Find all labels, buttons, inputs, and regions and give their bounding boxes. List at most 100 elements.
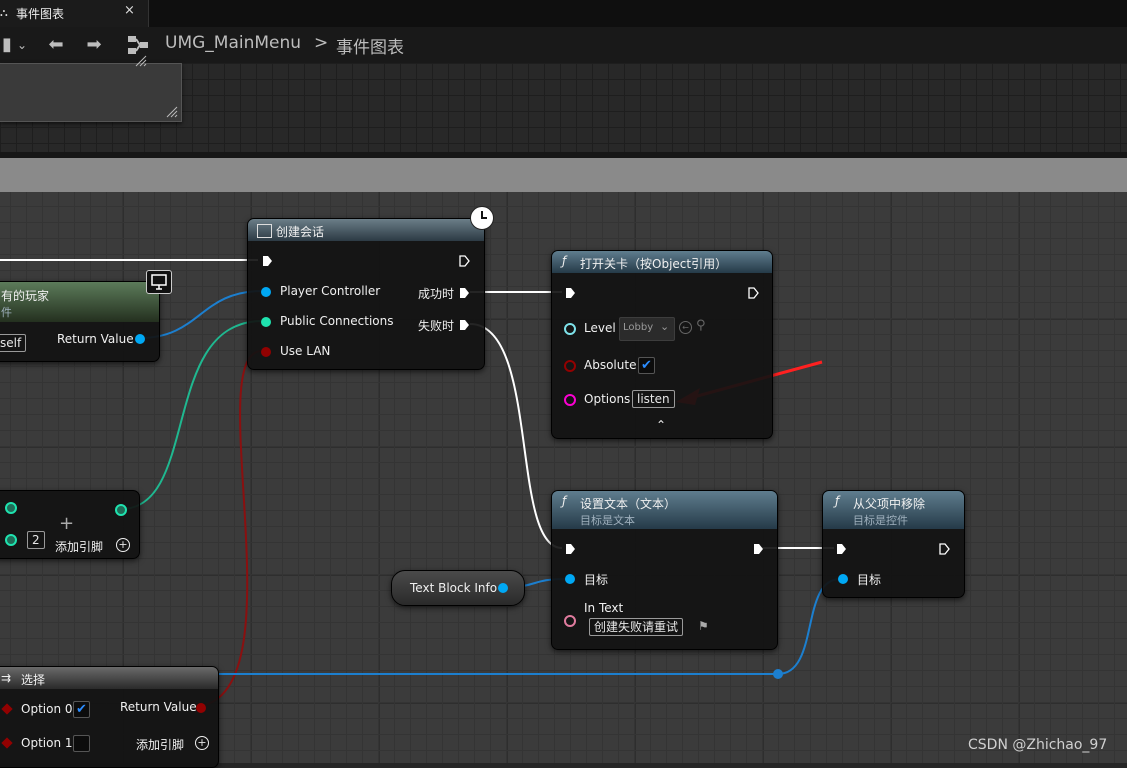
plus-icon[interactable]: + (59, 513, 74, 534)
exec-out-pin[interactable] (939, 543, 950, 555)
option0-checkbox[interactable]: ✔ (73, 701, 90, 718)
return-value-pin[interactable] (196, 703, 206, 713)
level-pin[interactable] (564, 323, 576, 335)
function-icon: ƒ (562, 254, 567, 268)
node-text-block-info[interactable]: Text Block Info (391, 570, 525, 606)
self-input[interactable]: self (0, 334, 27, 352)
watermark: CSDN @Zhichao_97 (968, 737, 1108, 753)
add-pin-label: 添加引脚 (55, 540, 104, 554)
target-pin[interactable] (838, 574, 848, 584)
add-pin-label: 添加引脚 (136, 738, 185, 752)
exec-in-pin[interactable] (565, 543, 576, 555)
tab-event-graph[interactable]: ⛬ 事件图表 × (0, 0, 149, 27)
node-make-array[interactable]: 2 + 添加引脚 + (0, 490, 140, 559)
graph-icon: ⛬ (0, 6, 8, 19)
node-select[interactable]: ⇉ 选择 Option 0 ✔ Option 1 Return Value 添加… (0, 666, 219, 768)
collapse-chevron-icon[interactable]: ⌃ (656, 418, 666, 432)
node-open-level[interactable]: ƒ 打开关卡（按Object引用） Level Lobby ⌄ ← ⚲ Abso… (551, 250, 773, 439)
function-icon: ƒ (562, 494, 567, 508)
add-pin-icon[interactable]: + (195, 736, 209, 750)
tab-title: 事件图表 (16, 7, 65, 21)
return-value-label: Return Value (57, 332, 134, 346)
exec-out-pin[interactable] (753, 543, 764, 555)
bookmark-icon[interactable]: ▮ (0, 31, 14, 59)
level-dropdown[interactable]: Lobby ⌄ (619, 317, 675, 341)
use-lan-pin[interactable] (261, 347, 271, 357)
resize-handle-icon[interactable] (134, 54, 148, 68)
target-pin[interactable] (565, 574, 575, 584)
public-connections-pin[interactable] (261, 317, 271, 327)
minimap-panel[interactable] (0, 63, 182, 122)
target-label: 目标 (857, 573, 882, 587)
browse-search-icon[interactable]: ⚲ (696, 318, 706, 333)
close-icon[interactable]: × (124, 3, 135, 18)
resize-handle-icon[interactable] (165, 105, 179, 119)
level-value: Lobby (623, 322, 654, 333)
node-title: 设置文本（文本） (580, 497, 677, 511)
on-success-label: 成功时 (418, 287, 455, 301)
node-get-players[interactable]: 有的玩家 件 self Return Value (0, 281, 160, 362)
node-set-text[interactable]: ƒ 设置文本（文本） 目标是文本 目标 In Text 创建失败请重试 ⚑ (551, 490, 778, 650)
option1-pin[interactable] (1, 737, 13, 749)
exec-in-pin[interactable] (836, 543, 847, 555)
add-pin-icon[interactable]: + (116, 538, 130, 552)
exec-in-pin[interactable] (262, 255, 273, 267)
exec-in-pin[interactable] (565, 287, 576, 299)
node-title: 打开关卡（按Object引用） (580, 257, 728, 271)
absolute-checkbox[interactable]: ✔ (638, 357, 655, 374)
forward-arrow-icon[interactable]: ➡ (82, 31, 106, 59)
chevron-down-icon: ⌄ (660, 320, 670, 333)
in-text-input[interactable]: 创建失败请重试 (589, 618, 684, 636)
node-title: 从父项中移除 (853, 497, 926, 511)
on-success-pin[interactable] (459, 287, 470, 299)
node-title: 创建会话 (276, 225, 325, 239)
breadcrumb-separator: > (314, 33, 329, 53)
chevron-down-icon[interactable]: ⌄ (14, 31, 30, 59)
in-text-pin[interactable] (564, 615, 576, 627)
node-title: 选择 (21, 673, 46, 687)
monitor-icon (146, 270, 172, 294)
clock-icon (470, 206, 494, 230)
variable-out-pin[interactable] (498, 583, 508, 593)
breadcrumb-current: 事件图表 (336, 38, 404, 58)
exec-out-pin[interactable] (459, 255, 470, 267)
on-failure-pin[interactable] (459, 319, 470, 331)
use-lan-label: Use LAN (280, 344, 331, 358)
option1-checkbox[interactable] (73, 735, 90, 752)
tab-strip: ⛬ 事件图表 × (0, 0, 1127, 27)
node-create-session[interactable]: 创建会话 Player Controller Public Connection… (247, 218, 485, 370)
array-index-input[interactable]: 2 (27, 531, 45, 549)
back-arrow-icon[interactable]: ⬅ (44, 31, 68, 59)
in-text-label: In Text (584, 601, 624, 615)
return-value-pin[interactable] (135, 334, 145, 344)
return-value-label: Return Value (120, 700, 197, 714)
localization-flag-icon[interactable]: ⚑ (698, 619, 709, 633)
option0-label: Option 0 (21, 702, 73, 716)
variable-label: Text Block Info (410, 581, 498, 595)
latent-node-icon (257, 224, 272, 238)
node-remove-from-parent[interactable]: ƒ 从父项中移除 目标是控件 目标 (822, 490, 965, 598)
use-selected-asset-icon[interactable]: ← (679, 321, 692, 334)
options-label: Options (584, 392, 631, 406)
absolute-pin[interactable] (564, 360, 576, 372)
array-out-pin[interactable] (115, 504, 127, 516)
node-subtitle: 目标是文本 (580, 514, 635, 527)
player-controller-label: Player Controller (280, 284, 381, 298)
exec-out-pin[interactable] (748, 287, 759, 299)
function-icon: ƒ (835, 494, 840, 508)
options-input[interactable]: listen (632, 390, 675, 408)
absolute-label: Absolute (584, 358, 637, 372)
breadcrumb-root[interactable]: UMG_MainMenu (165, 33, 301, 53)
select-icon: ⇉ (1, 671, 12, 685)
panel-header-bar (0, 158, 1127, 192)
level-label: Level (584, 321, 616, 335)
array-pin-1[interactable] (5, 534, 17, 546)
option0-pin[interactable] (1, 703, 13, 715)
on-failure-label: 失败时 (418, 319, 455, 333)
options-pin[interactable] (564, 394, 576, 406)
option1-label: Option 1 (21, 736, 73, 750)
node-subtitle: 件 (1, 306, 12, 319)
player-controller-pin[interactable] (261, 287, 271, 297)
array-pin-0[interactable] (5, 502, 17, 514)
target-label: 目标 (584, 573, 609, 587)
